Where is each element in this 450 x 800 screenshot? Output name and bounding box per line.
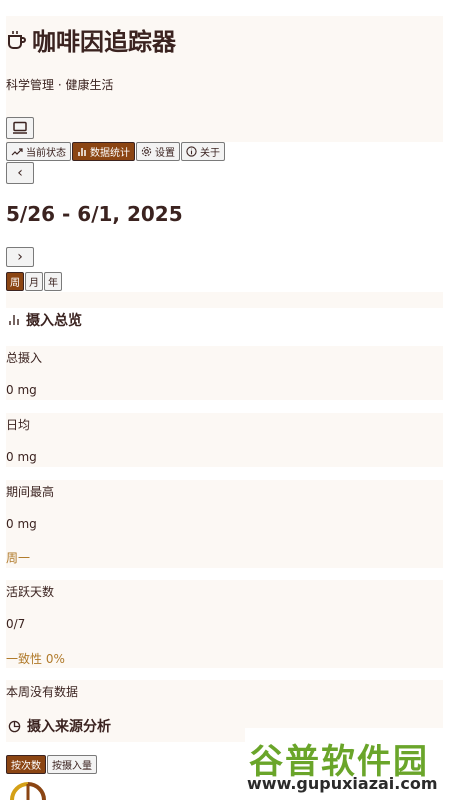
- pie-chart-icon: [8, 720, 21, 732]
- period-month-button[interactable]: 月: [25, 272, 43, 291]
- trend-icon: [11, 147, 23, 155]
- previous-period-button[interactable]: ‹: [6, 162, 34, 184]
- source-analysis-title: 摄入来源分析: [8, 716, 111, 736]
- consistency-value: 一致性 0%: [6, 652, 65, 666]
- tab-label: 关于: [200, 148, 220, 159]
- info-icon: [186, 146, 197, 157]
- tab-statistics[interactable]: 数据统计: [72, 142, 135, 161]
- period-year-button[interactable]: 年: [44, 272, 62, 291]
- coffee-cup-icon: [8, 30, 26, 49]
- overview-title-text: 摄入总览: [26, 313, 82, 329]
- by-count-button[interactable]: 按次数: [6, 755, 46, 774]
- daily-average-card: [6, 413, 443, 467]
- tab-settings[interactable]: 设置: [136, 142, 180, 161]
- period-max-label: 期间最高: [6, 485, 55, 499]
- app-title-text: 咖啡因追踪器: [32, 28, 176, 56]
- total-intake-card: [6, 346, 443, 400]
- date-range-label: 5/26 - 6/1, 2025: [6, 202, 183, 226]
- total-intake-label: 总摄入: [6, 351, 43, 365]
- tab-about[interactable]: 关于: [181, 142, 225, 161]
- empty-message: 本周没有数据: [6, 685, 79, 699]
- period-max-day: 周一: [6, 551, 31, 565]
- watermark-url: www.gupuxiazai.com: [247, 774, 438, 793]
- bar-chart-icon: [78, 147, 86, 156]
- monitor-icon: [13, 121, 27, 134]
- bar-chart-icon: [9, 315, 19, 325]
- daily-average-label: 日均: [6, 418, 31, 432]
- app-title: 咖啡因追踪器: [6, 22, 176, 57]
- source-mode-toggle: 按次数 按摄入量: [6, 755, 98, 774]
- daily-average-value: 0 mg: [6, 450, 37, 464]
- active-days-card: [6, 580, 443, 668]
- active-days-label: 活跃天数: [6, 585, 55, 599]
- next-period-button[interactable]: ›: [6, 247, 34, 267]
- overview-title: 摄入总览: [8, 310, 82, 330]
- overview-header-bg: [6, 292, 443, 308]
- period-max-card: [6, 480, 443, 568]
- theme-toggle-button[interactable]: [6, 117, 34, 139]
- tab-label: 设置: [155, 148, 175, 159]
- main-tabs: 当前状态 数据统计 设置 关于: [6, 142, 226, 161]
- chevron-left-icon: ‹: [17, 165, 23, 181]
- app-subtitle: 科学管理 · 健康生活: [6, 78, 114, 92]
- period-week-button[interactable]: 周: [6, 272, 24, 291]
- total-intake-value: 0 mg: [6, 383, 37, 397]
- chevron-right-icon: ›: [17, 249, 23, 265]
- tab-label: 当前状态: [26, 148, 66, 159]
- period-max-value: 0 mg: [6, 517, 37, 531]
- tab-label: 数据统计: [90, 148, 130, 159]
- gear-icon: [141, 146, 152, 157]
- period-selector: 周 月 年: [6, 272, 63, 291]
- watermark-logo: 谷普软件园 www.gupuxiazai.com: [245, 728, 450, 800]
- source-donut-chart: [10, 782, 46, 800]
- active-days-value: 0/7: [6, 617, 26, 631]
- tab-current-status[interactable]: 当前状态: [6, 142, 71, 161]
- by-amount-button[interactable]: 按摄入量: [47, 755, 97, 774]
- source-analysis-title-text: 摄入来源分析: [27, 719, 111, 735]
